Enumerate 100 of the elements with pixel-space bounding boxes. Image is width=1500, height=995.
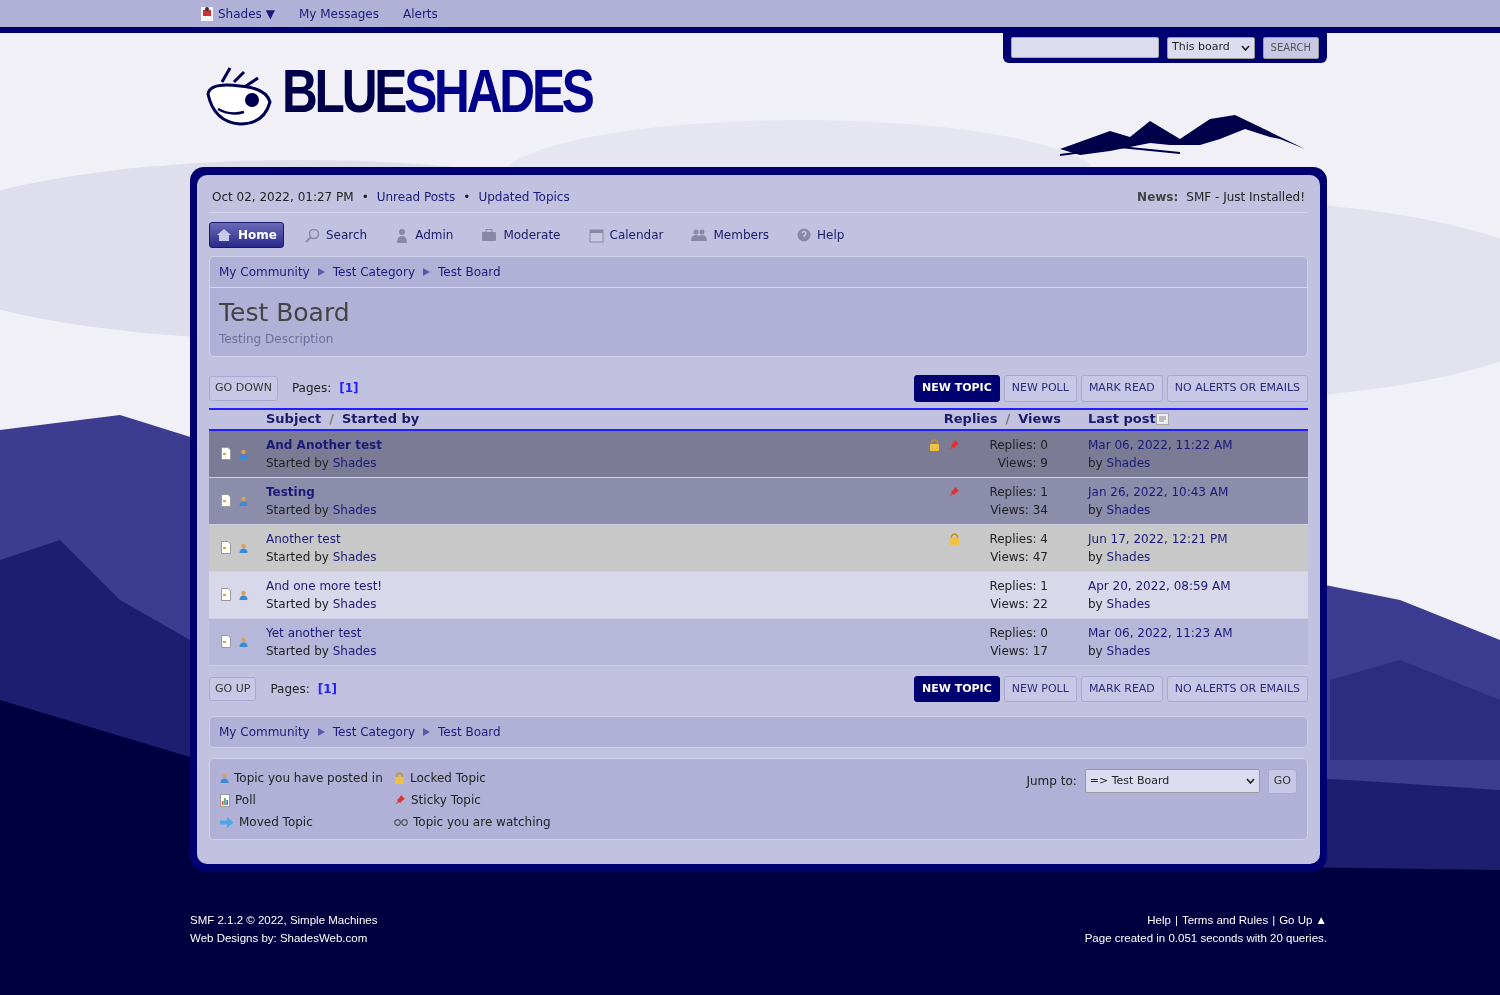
go-button[interactable]: GO bbox=[1267, 769, 1297, 794]
search-button[interactable]: SEARCH bbox=[1262, 36, 1319, 59]
menu-item[interactable]: Admin bbox=[388, 222, 461, 248]
glasses-icon bbox=[394, 818, 408, 826]
poll-icon bbox=[220, 793, 230, 807]
top-link[interactable]: Alerts bbox=[403, 4, 438, 23]
starter-link[interactable]: Shades bbox=[332, 643, 377, 658]
board-description: Testing Description bbox=[219, 331, 335, 348]
page-link[interactable]: [1] bbox=[339, 379, 359, 398]
last-post-author: by Shades bbox=[1088, 454, 1152, 472]
last-post-date[interactable]: Apr 20, 2022, 08:59 AM bbox=[1088, 576, 1308, 595]
footer-link[interactable]: Terms and Rules bbox=[1181, 911, 1269, 929]
lock-icon bbox=[929, 438, 940, 451]
footer-text: Web Designs by: ShadesWeb.com bbox=[190, 931, 369, 946]
topic-title[interactable]: Yet another test bbox=[266, 625, 362, 640]
menu-item[interactable]: Help bbox=[790, 222, 852, 248]
topic-title[interactable]: Another test bbox=[266, 531, 341, 546]
info-link[interactable]: Unread Posts bbox=[376, 188, 456, 206]
document-icon bbox=[221, 494, 231, 507]
topic-title[interactable]: Testing bbox=[266, 484, 315, 499]
topic-title[interactable]: And one more test! bbox=[266, 578, 383, 593]
footer-link[interactable]: Help bbox=[1147, 911, 1171, 929]
menu-item[interactable]: Home bbox=[209, 222, 284, 248]
legend-label: Sticky Topic bbox=[411, 792, 481, 809]
breadcrumb-link[interactable]: Test Board bbox=[438, 263, 501, 281]
scope-select[interactable]: This board bbox=[1167, 36, 1255, 59]
pin-icon bbox=[394, 794, 406, 806]
topic-row[interactable]: Another test Started by Shades Replies: 4 Views: 47 Jun 17, 2022, 12:21 PM by Shades bbox=[209, 524, 1308, 572]
triangle-icon bbox=[423, 728, 430, 736]
column-header[interactable]: Last post bbox=[1088, 409, 1156, 429]
replies-count: Replies: 4 bbox=[988, 530, 1048, 548]
triangle-icon bbox=[317, 268, 325, 276]
legend-label: Poll bbox=[235, 792, 256, 809]
author-link[interactable]: Shades bbox=[1106, 502, 1151, 517]
footer-stats: Page created in 0.051 seconds with 20 queries. bbox=[1084, 931, 1327, 946]
footer-link[interactable]: Go Up ▲ bbox=[1279, 911, 1327, 929]
pager-button[interactable]: GO UP bbox=[209, 676, 257, 701]
column-header[interactable]: Started by bbox=[341, 409, 420, 429]
chevron-icon bbox=[1240, 44, 1250, 51]
breadcrumb-link[interactable]: Test Category bbox=[332, 263, 415, 281]
arrow-icon bbox=[220, 816, 234, 828]
triangle-icon bbox=[423, 268, 430, 276]
pages-label: Pages: bbox=[270, 680, 310, 698]
legend-label: Topic you are watching bbox=[413, 814, 551, 831]
action-button[interactable]: MARK READ bbox=[1080, 375, 1163, 402]
action-button[interactable]: MARK READ bbox=[1080, 675, 1163, 702]
topic-row[interactable]: Yet another test Started by Shades Replies: 0 Views: 17 Mar 06, 2022, 11:23 AM by Shades bbox=[209, 618, 1308, 666]
menu-item[interactable]: Members bbox=[684, 222, 777, 248]
starter-link[interactable]: Shades bbox=[332, 596, 377, 611]
author-link[interactable]: Shades bbox=[1106, 596, 1151, 611]
breadcrumb-link[interactable]: Test Category bbox=[332, 723, 415, 741]
help-icon bbox=[797, 228, 812, 242]
last-post-author: by Shades bbox=[1088, 548, 1152, 566]
news-label: News: bbox=[1137, 189, 1179, 206]
menu-item[interactable]: Calendar bbox=[581, 222, 671, 248]
last-post-date[interactable]: Mar 06, 2022, 11:23 AM bbox=[1088, 623, 1308, 642]
info-link[interactable]: Updated Topics bbox=[478, 188, 570, 206]
author-link[interactable]: Shades bbox=[1106, 643, 1151, 658]
action-button[interactable]: NEW POLL bbox=[1003, 675, 1077, 702]
action-button[interactable]: NEW POLL bbox=[1003, 375, 1077, 402]
starter-link[interactable]: Shades bbox=[332, 502, 377, 517]
breadcrumb-link[interactable]: My Community bbox=[219, 263, 310, 281]
search-icon bbox=[304, 227, 320, 243]
user-icon bbox=[220, 773, 229, 783]
user-icon bbox=[239, 589, 248, 600]
search-field[interactable] bbox=[1011, 37, 1159, 58]
legend-label: Locked Topic bbox=[410, 770, 486, 787]
starter-link[interactable]: Shades bbox=[332, 549, 377, 564]
column-header[interactable]: Subject bbox=[266, 409, 322, 429]
document-icon bbox=[221, 588, 231, 601]
action-button[interactable]: NEW TOPIC bbox=[914, 675, 1000, 702]
author-link[interactable]: Shades bbox=[1106, 549, 1151, 564]
slash: / bbox=[329, 410, 334, 429]
top-link[interactable]: My Messages bbox=[298, 4, 379, 23]
jump-select[interactable]: => Test Board bbox=[1084, 769, 1260, 794]
menu-item[interactable]: Search bbox=[297, 222, 375, 248]
menu-item[interactable]: Moderate bbox=[474, 222, 568, 248]
column-header[interactable]: Views bbox=[1018, 409, 1061, 429]
jump-label: Jump to: bbox=[1026, 773, 1077, 791]
user-icon bbox=[239, 542, 248, 553]
breadcrumb-link[interactable]: My Community bbox=[219, 723, 310, 741]
replies-count: Replies: 1 bbox=[988, 483, 1048, 501]
column-header[interactable]: Replies bbox=[943, 409, 998, 429]
topic-row[interactable]: And one more test! Started by Shades Replies: 1 Views: 22 Apr 20, 2022, 08:59 AM by Shades bbox=[209, 571, 1308, 619]
started-by-text: Started by Shades bbox=[266, 548, 378, 566]
action-button[interactable]: NEW TOPIC bbox=[914, 375, 1000, 402]
bullet: • bbox=[361, 189, 369, 206]
page-link[interactable]: [1] bbox=[317, 679, 338, 698]
document-icon bbox=[221, 635, 231, 648]
topic-row[interactable]: Testing Started by Shades Replies: 1 Views: 34 Jan 26, 2022, 10:43 AM by Shades bbox=[209, 477, 1308, 525]
breadcrumb-link[interactable]: Test Board bbox=[438, 723, 501, 741]
document-icon bbox=[221, 541, 231, 554]
action-button[interactable]: NO ALERTS OR EMAILS bbox=[1166, 375, 1308, 402]
last-post-date[interactable]: Jan 26, 2022, 10:43 AM bbox=[1088, 482, 1308, 501]
views-count: Views: 47 bbox=[989, 548, 1048, 566]
action-button[interactable]: NO ALERTS OR EMAILS bbox=[1166, 675, 1308, 702]
user-menu[interactable]: Shades ▼ bbox=[200, 4, 275, 23]
pager-button[interactable]: GO DOWN bbox=[209, 376, 278, 401]
bullet: • bbox=[463, 189, 471, 206]
last-post-date[interactable]: Jun 17, 2022, 12:21 PM bbox=[1088, 529, 1308, 548]
